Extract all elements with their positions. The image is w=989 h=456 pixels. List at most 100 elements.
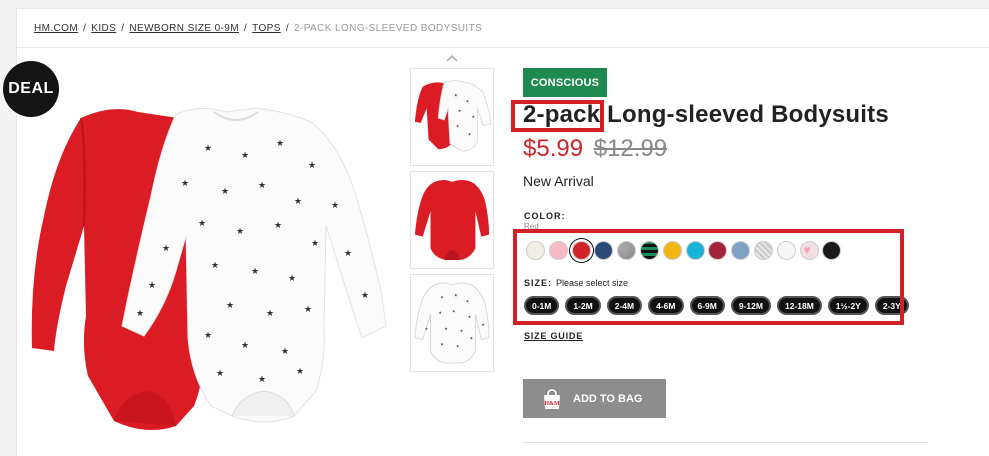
product-main-image[interactable]: ★ ★ ★ ★ ★ ★ ★ ★ ★ ★ ★ ★ ★ ★ ★ ★ ★ ★ ★ ★ ★ ★ ★ ★ ★ ★ ★ ★ ★ ★ bbox=[26, 76, 396, 451]
breadcrumb-separator: / bbox=[285, 23, 290, 34]
svg-text:★: ★ bbox=[258, 375, 266, 385]
conscious-badge: CONSCIOUS bbox=[523, 68, 607, 97]
bodysuit-2pack-thumbnail-image: ★ ★ ★ ★ ★ ★ bbox=[414, 80, 492, 152]
thumbnail-2pack[interactable]: ★ ★ ★ ★ ★ ★ bbox=[410, 68, 494, 166]
svg-text:★: ★ bbox=[294, 197, 302, 207]
svg-text:★: ★ bbox=[258, 181, 266, 191]
svg-text:★: ★ bbox=[276, 139, 284, 149]
add-to-bag-label: ADD TO BAG bbox=[573, 392, 643, 405]
size-label: SIZE: bbox=[524, 278, 553, 288]
color-swatch-white[interactable] bbox=[776, 241, 796, 260]
svg-text:★: ★ bbox=[251, 267, 259, 277]
breadcrumb-newborn[interactable]: NEWBORN SIZE 0-9M bbox=[129, 23, 239, 34]
size-option[interactable]: 6-9M bbox=[689, 296, 725, 315]
price: $5.99 $12.99 bbox=[523, 135, 667, 163]
breadcrumb-tops[interactable]: TOPS bbox=[252, 23, 281, 34]
bodysuit-white-thumbnail-image: ★ ★ ★ ★ ★ ★ ★ ★ ★ ★ ★ ★ ★ bbox=[414, 282, 490, 364]
shopping-bag-icon: H&M bbox=[544, 388, 560, 409]
size-option[interactable]: 2-4M bbox=[606, 296, 643, 315]
product-title: 2-pack Long-sleeved Bodysuits bbox=[523, 101, 889, 129]
svg-text:★: ★ bbox=[456, 343, 460, 348]
product-title-highlight: 2-pack bbox=[523, 101, 601, 128]
svg-text:★: ★ bbox=[308, 161, 316, 171]
svg-text:H&M: H&M bbox=[544, 401, 560, 407]
svg-text:★: ★ bbox=[470, 336, 474, 341]
color-swatch-off-white[interactable] bbox=[526, 241, 545, 260]
thumbnail-red[interactable] bbox=[410, 171, 494, 269]
breadcrumb-kids[interactable]: KIDS bbox=[91, 23, 116, 34]
section-divider bbox=[523, 442, 928, 443]
svg-text:★: ★ bbox=[162, 244, 170, 254]
breadcrumb-hm-com[interactable]: HM.COM bbox=[34, 23, 78, 34]
svg-text:★: ★ bbox=[466, 299, 470, 304]
svg-text:★: ★ bbox=[454, 293, 458, 298]
color-swatch-light-blue[interactable] bbox=[731, 241, 751, 260]
color-swatch-red[interactable] bbox=[571, 241, 591, 260]
price-original: $12.99 bbox=[593, 135, 668, 162]
svg-text:★: ★ bbox=[331, 201, 339, 211]
svg-text:★: ★ bbox=[304, 305, 312, 315]
svg-text:★: ★ bbox=[221, 187, 229, 197]
size-guide-link[interactable]: SIZE GUIDE bbox=[524, 331, 583, 341]
breadcrumb-separator: / bbox=[243, 23, 248, 34]
svg-text:★: ★ bbox=[236, 227, 244, 237]
svg-text:★: ★ bbox=[468, 314, 472, 319]
color-swatch-black[interactable] bbox=[822, 241, 842, 260]
thumbnail-white[interactable]: ★ ★ ★ ★ ★ ★ ★ ★ ★ ★ ★ ★ ★ bbox=[410, 274, 494, 372]
svg-text:★: ★ bbox=[211, 261, 219, 271]
color-swatch-turquoise[interactable] bbox=[685, 241, 705, 260]
svg-text:★: ★ bbox=[281, 347, 289, 357]
header-divider bbox=[17, 47, 989, 48]
size-option[interactable]: 12-18M bbox=[776, 296, 822, 315]
size-option[interactable]: 0-1M bbox=[524, 296, 560, 315]
svg-text:★: ★ bbox=[440, 295, 444, 300]
deal-badge: DEAL bbox=[3, 61, 59, 117]
color-swatch-green-striped[interactable] bbox=[639, 241, 659, 260]
size-option[interactable]: 9-12M bbox=[730, 296, 771, 315]
svg-text:★: ★ bbox=[296, 367, 304, 377]
color-swatch-light-pink[interactable] bbox=[548, 241, 568, 260]
svg-text:★: ★ bbox=[454, 93, 458, 98]
color-swatch-white-heart[interactable]: ♥ bbox=[799, 241, 819, 260]
product-title-rest: Long-sleeved Bodysuits bbox=[600, 101, 889, 128]
svg-text:★: ★ bbox=[241, 151, 249, 161]
size-option[interactable]: 4-6M bbox=[648, 296, 684, 315]
svg-text:★: ★ bbox=[460, 328, 464, 333]
svg-text:★: ★ bbox=[425, 326, 429, 331]
color-swatch-dark-blue[interactable] bbox=[594, 241, 614, 260]
color-swatch-light-grey[interactable] bbox=[753, 241, 773, 260]
bodysuit-red-thumbnail-image bbox=[414, 179, 490, 261]
svg-text:★: ★ bbox=[216, 369, 224, 379]
price-current: $5.99 bbox=[523, 135, 584, 162]
breadcrumb-separator: / bbox=[121, 23, 125, 34]
size-option[interactable]: 1-2M bbox=[565, 296, 601, 315]
svg-text:★: ★ bbox=[472, 114, 476, 119]
size-options: 0-1M 1-2M 2-4M 4-6M 6-9M 9-12M 12-18M 1½-2Y 2-3Y bbox=[524, 296, 909, 315]
svg-text:★: ★ bbox=[288, 274, 296, 284]
color-swatch-yellow[interactable] bbox=[662, 241, 682, 260]
size-label-row: SIZE: Please select size bbox=[524, 278, 628, 288]
color-value: Red bbox=[524, 222, 539, 231]
svg-text:★: ★ bbox=[241, 341, 249, 351]
svg-text:★: ★ bbox=[458, 108, 462, 113]
svg-text:★: ★ bbox=[148, 281, 156, 291]
add-to-bag-button[interactable]: H&M ADD TO BAG bbox=[523, 379, 666, 418]
svg-text:★: ★ bbox=[198, 219, 206, 229]
color-label: COLOR: bbox=[524, 211, 566, 221]
size-option[interactable]: 2-3Y bbox=[874, 296, 909, 315]
svg-text:★: ★ bbox=[444, 326, 448, 331]
svg-text:★: ★ bbox=[204, 144, 212, 154]
color-swatch-dark-red[interactable] bbox=[708, 241, 728, 260]
svg-text:★: ★ bbox=[181, 179, 189, 189]
color-swatch-grey-melange[interactable] bbox=[617, 241, 637, 260]
color-swatches: ♥ bbox=[526, 241, 842, 260]
svg-text:★: ★ bbox=[438, 310, 442, 315]
svg-text:★: ★ bbox=[204, 331, 212, 341]
svg-text:★: ★ bbox=[311, 239, 319, 249]
svg-text:★: ★ bbox=[136, 309, 144, 319]
size-option[interactable]: 1½-2Y bbox=[827, 296, 869, 315]
svg-text:★: ★ bbox=[361, 291, 369, 301]
svg-text:★: ★ bbox=[481, 322, 485, 327]
thumbnail-up-arrow-icon[interactable] bbox=[446, 54, 458, 62]
svg-text:★: ★ bbox=[266, 309, 274, 319]
